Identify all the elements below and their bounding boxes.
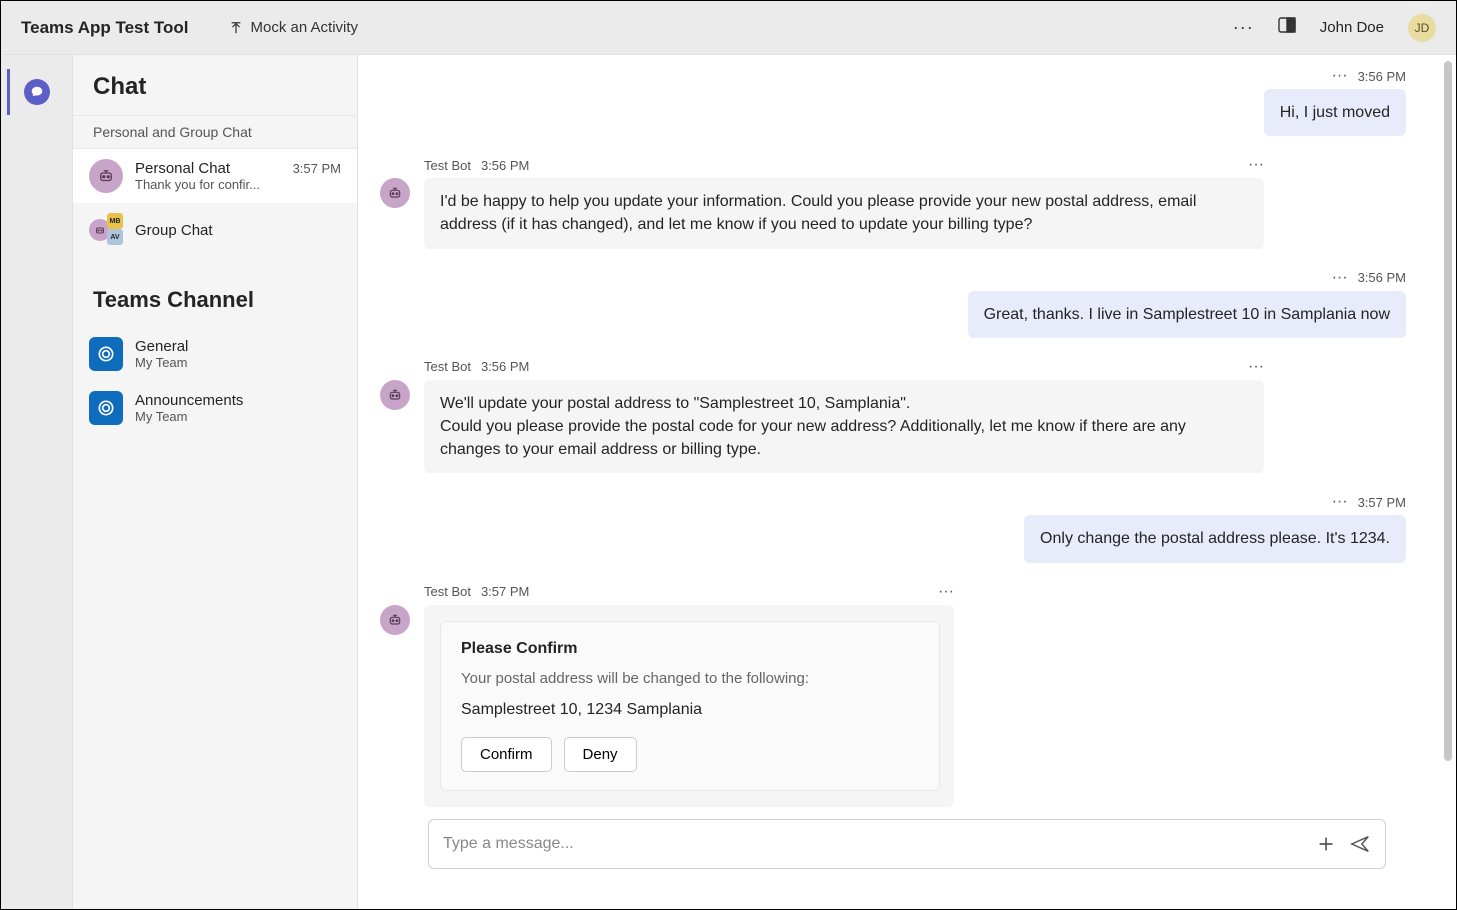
message-time: 3:57 PM <box>481 584 529 599</box>
nav-rail <box>1 55 73 909</box>
message-in: Test Bot 3:56 PM ··· I'd be happy to hel… <box>380 156 1406 248</box>
chat-entry-name: Personal Chat <box>135 160 230 177</box>
user-avatar[interactable]: JD <box>1408 14 1436 42</box>
chat-entry-time: 3:57 PM <box>293 161 341 176</box>
message-bubble: Great, thanks. I live in Samplestreet 10… <box>968 291 1406 338</box>
message-more-icon[interactable]: ··· <box>1332 493 1348 511</box>
message-in: Test Bot 3:56 PM ··· We'll update your p… <box>380 358 1406 474</box>
message-time: 3:57 PM <box>1358 495 1406 510</box>
bot-avatar-icon <box>380 380 410 410</box>
mock-activity-button[interactable]: Mock an Activity <box>229 19 359 36</box>
message-bubble: I'd be happy to help you update your inf… <box>424 178 1264 248</box>
app-title: Teams App Test Tool <box>21 18 189 38</box>
channel-announcements[interactable]: Announcements My Team <box>73 381 357 435</box>
group-avatar-icon: MB AV <box>89 213 123 247</box>
card-address: Samplestreet 10, 1234 Samplania <box>461 701 919 719</box>
channel-heading: Teams Channel <box>73 257 357 327</box>
message-sender: Test Bot <box>424 359 471 374</box>
chat-entry-preview: Thank you for confir... <box>135 177 341 192</box>
channel-team: My Team <box>135 355 341 370</box>
channel-name: General <box>135 338 341 355</box>
rail-chat[interactable] <box>7 69 53 115</box>
channel-icon <box>89 391 123 425</box>
message-time: 3:56 PM <box>1358 69 1406 84</box>
sidebar-chat-personal[interactable]: Personal Chat 3:57 PM Thank you for conf… <box>73 149 357 203</box>
conversation-pane: ··· 3:56 PM Hi, I just moved Test Bot 3:… <box>358 55 1456 909</box>
message-time: 3:56 PM <box>481 359 529 374</box>
scrollbar[interactable] <box>1444 61 1452 761</box>
section-label: Personal and Group Chat <box>73 115 357 149</box>
topbar: Teams App Test Tool Mock an Activity ···… <box>1 1 1456 55</box>
message-input[interactable] <box>443 835 1303 853</box>
message-more-icon[interactable]: ··· <box>1248 156 1264 174</box>
mock-activity-label: Mock an Activity <box>251 19 359 36</box>
message-bubble: Hi, I just moved <box>1264 89 1406 136</box>
message-more-icon[interactable]: ··· <box>1332 67 1348 85</box>
bot-avatar-icon <box>380 605 410 635</box>
message-out: ··· 3:56 PM Hi, I just moved <box>380 67 1406 136</box>
panel-toggle-icon[interactable] <box>1278 16 1296 39</box>
channel-general[interactable]: General My Team <box>73 327 357 381</box>
message-time: 3:56 PM <box>1358 270 1406 285</box>
message-in-card: Test Bot 3:57 PM ··· Please Confirm Your… <box>380 583 1406 807</box>
channel-team: My Team <box>135 409 341 424</box>
confirm-button[interactable]: Confirm <box>461 737 552 772</box>
message-more-icon[interactable]: ··· <box>1248 358 1264 376</box>
bot-avatar-icon <box>380 178 410 208</box>
chat-heading: Chat <box>73 55 357 115</box>
message-bubble: We'll update your postal address to "Sam… <box>424 380 1264 474</box>
card-title: Please Confirm <box>461 640 919 658</box>
arrow-up-icon <box>229 21 243 35</box>
chat-entry-name: Group Chat <box>135 222 213 239</box>
deny-button[interactable]: Deny <box>564 737 637 772</box>
composer <box>428 819 1386 869</box>
sidebar-chat-group[interactable]: MB AV Group Chat <box>73 203 357 257</box>
channel-icon <box>89 337 123 371</box>
more-icon[interactable]: ··· <box>1233 17 1254 38</box>
message-more-icon[interactable]: ··· <box>938 583 954 601</box>
message-time: 3:56 PM <box>481 158 529 173</box>
send-icon[interactable] <box>1349 833 1371 855</box>
plus-icon[interactable] <box>1315 833 1337 855</box>
message-more-icon[interactable]: ··· <box>1332 269 1348 287</box>
message-sender: Test Bot <box>424 584 471 599</box>
message-bubble: Only change the postal address please. I… <box>1024 515 1406 562</box>
chat-icon <box>24 79 50 105</box>
channel-name: Announcements <box>135 392 341 409</box>
bot-avatar-icon <box>89 159 123 193</box>
card-subtitle: Your postal address will be changed to t… <box>461 670 919 687</box>
sidebar: Chat Personal and Group Chat Personal Ch… <box>73 55 358 909</box>
message-sender: Test Bot <box>424 158 471 173</box>
message-out: ··· 3:56 PM Great, thanks. I live in Sam… <box>380 269 1406 338</box>
username-label: John Doe <box>1320 19 1384 36</box>
message-out: ··· 3:57 PM Only change the postal addre… <box>380 493 1406 562</box>
adaptive-card: Please Confirm Your postal address will … <box>440 621 940 791</box>
